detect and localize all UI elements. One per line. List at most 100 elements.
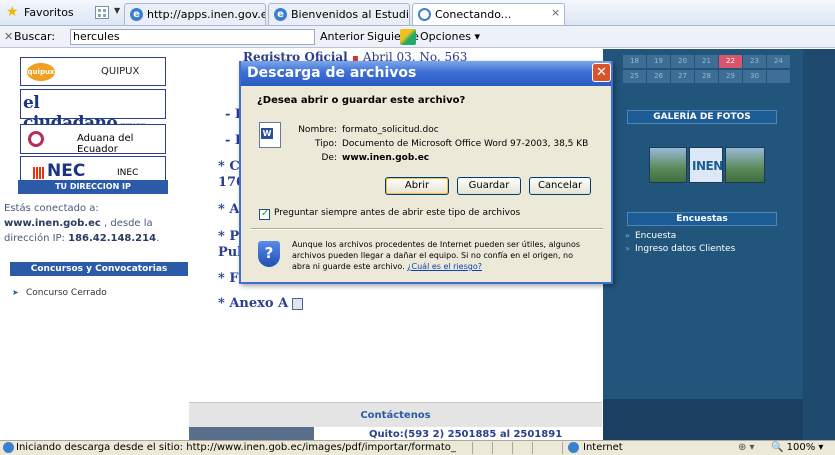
photo-gallery: INEN [649,147,765,183]
dialog-title: Descarga de archivos [241,61,611,86]
zoom-value: 100% [786,442,816,453]
left-sidebar: quipux QUIPUX el ciudadano.gov.ec Aduana… [0,49,188,440]
chevron-right-icon: » [625,231,630,240]
status-text: Iniciando descarga desde el sitio: http:… [16,442,456,453]
anexo-label: Anexo A [229,296,289,311]
chevron-right-icon: » [625,244,630,253]
calendar-row: 18 19 20 21 22 23 24 [623,55,793,68]
calendar-row: 25 26 27 28 29 30 [623,70,793,83]
file-source: www.inen.gob.ec [342,153,430,163]
contact-phone: Quito:(593 2) 2501885 al 2501891 [369,429,563,440]
tab-close-icon[interactable]: × [551,6,560,19]
internet-zone-icon [568,442,579,453]
tab-estudio[interactable]: e Bienvenidos al Estudio J... [268,3,410,25]
find-options-button[interactable]: Opciones ▾ [420,30,480,43]
security-zone[interactable]: Internet [583,442,623,453]
tab-label: http://apps.inen.gov.ec/... [147,8,265,21]
save-button[interactable]: Guardar [457,177,521,195]
quipux-label: QUIPUX [101,66,140,77]
security-warning: Aunque los archivos procedentes de Inter… [292,239,582,272]
download-status-icon [3,442,14,453]
find-options-label: Opciones [420,30,471,43]
contact-strip-band [189,427,314,440]
find-previous-button[interactable]: Anterior [320,30,364,43]
status-divider [532,442,533,454]
el-ciudadano-link[interactable]: el ciudadano.gov.ec [20,89,166,133]
right-sidebar: 18 19 20 21 22 23 24 25 26 27 28 29 30 G… [603,49,835,440]
quipux-logo-icon: quipux [27,63,55,81]
ip-info: Estás conectado a: www.inen.gob.ec , des… [4,203,160,244]
tab-list-dropdown-icon[interactable]: ▼ [114,6,120,15]
gallery-photo[interactable] [725,147,765,183]
protected-mode-icon[interactable]: ⊕ ▾ [738,442,755,453]
ingreso-datos-link[interactable]: Ingreso datos Clientes [635,244,735,254]
security-shield-icon: ? [258,241,280,267]
inec-logo-text: NEC [47,161,86,181]
find-input[interactable]: hercules [70,29,315,45]
calendar-day[interactable]: 18 [623,55,646,68]
calendar-day[interactable]: 19 [647,55,670,68]
calendar-day[interactable]: 25 [623,70,646,83]
close-icon[interactable]: ✕ [592,63,611,82]
list-item[interactable]: * F [218,271,239,286]
calendar-day[interactable]: 27 [671,70,694,83]
status-divider [492,442,493,454]
quick-tabs-icon[interactable] [95,6,109,19]
list-item[interactable]: * A [218,202,239,217]
calendar-day[interactable]: 20 [671,55,694,68]
encuestas-title: Encuestas [627,212,777,226]
dialog-question: ¿Desea abrir o guardar este archivo? [257,95,466,106]
calendar-today[interactable]: 22 [719,55,742,68]
encuesta-link[interactable]: Encuesta [635,231,676,241]
close-find-icon[interactable]: ✕ [4,30,13,43]
aduana-logo-icon [28,131,44,147]
find-bar: ✕ Buscar: hercules Anterior Siguiente Op… [0,26,835,48]
aduana-link[interactable]: Aduana del Ecuador [20,124,166,155]
list-item[interactable]: * C [218,159,240,174]
gallery-photo[interactable] [649,147,687,183]
favorites-label[interactable]: Favoritos [24,6,74,19]
tab-label: Conectando... [435,8,512,21]
ie-icon: e [130,8,143,21]
calendar-day[interactable]: 30 [743,70,766,83]
calendar-day[interactable]: 23 [743,55,766,68]
find-label: Buscar: [14,30,56,43]
ip-section-title: TU DIRECCION IP [18,180,168,194]
right-sidebar-panel: 18 19 20 21 22 23 24 25 26 27 28 29 30 G… [603,49,803,440]
tab-inen-apps[interactable]: e http://apps.inen.gov.ec/... [124,3,266,25]
ie-icon: e [274,8,287,21]
highlight-icon[interactable] [400,29,416,45]
favorites-bar: ★ Favoritos ▼ e http://apps.inen.gov.ec/… [0,0,835,26]
risk-link[interactable]: ¿Cuál es el riesgo? [407,262,482,271]
inec-label: INEC [117,168,139,178]
status-divider [472,442,473,454]
calendar-day[interactable]: 26 [647,70,670,83]
tab-conectando[interactable]: Conectando... [412,3,565,25]
connected-label: Estás conectado a: [4,203,99,214]
dialog-divider [251,228,603,230]
calendar-day[interactable]: 28 [695,70,718,83]
calendar-day[interactable]: 29 [719,70,742,83]
concursos-title: Concursos y Convocatorias [10,262,188,276]
gallery-title: GALERÍA DE FOTOS [627,110,777,124]
calendar-day[interactable] [767,70,790,83]
quipux-link[interactable]: quipux QUIPUX [20,57,166,86]
calendar-day[interactable]: 21 [695,55,718,68]
concurso-cerrado-link[interactable]: Concurso Cerrado [26,288,107,298]
always-ask-checkbox[interactable] [259,208,270,220]
file-type: Documento de Microsoft Office Word 97-20… [342,139,589,149]
open-button[interactable]: Abrir [385,177,449,195]
zoom-level[interactable]: 🔍 100% ▾ [771,442,823,453]
right-sidebar-footer [603,399,803,440]
favorites-star-icon[interactable]: ★ [6,5,19,19]
name-label: Nombre: [298,125,337,135]
cancel-button[interactable]: Cancelar [529,177,591,195]
anexo-a-link[interactable]: * Anexo A [218,296,304,311]
always-ask-label[interactable]: Preguntar siempre antes de abrir este ti… [274,208,520,218]
gallery-photo[interactable]: INEN [689,147,723,183]
aduana-label: Aduana del Ecuador [77,133,134,155]
status-bar: Iniciando descarga desde el sitio: http:… [0,440,835,455]
from-label: De: [321,153,338,163]
list-item[interactable]: * P [218,229,239,244]
calendar-day[interactable]: 24 [767,55,790,68]
